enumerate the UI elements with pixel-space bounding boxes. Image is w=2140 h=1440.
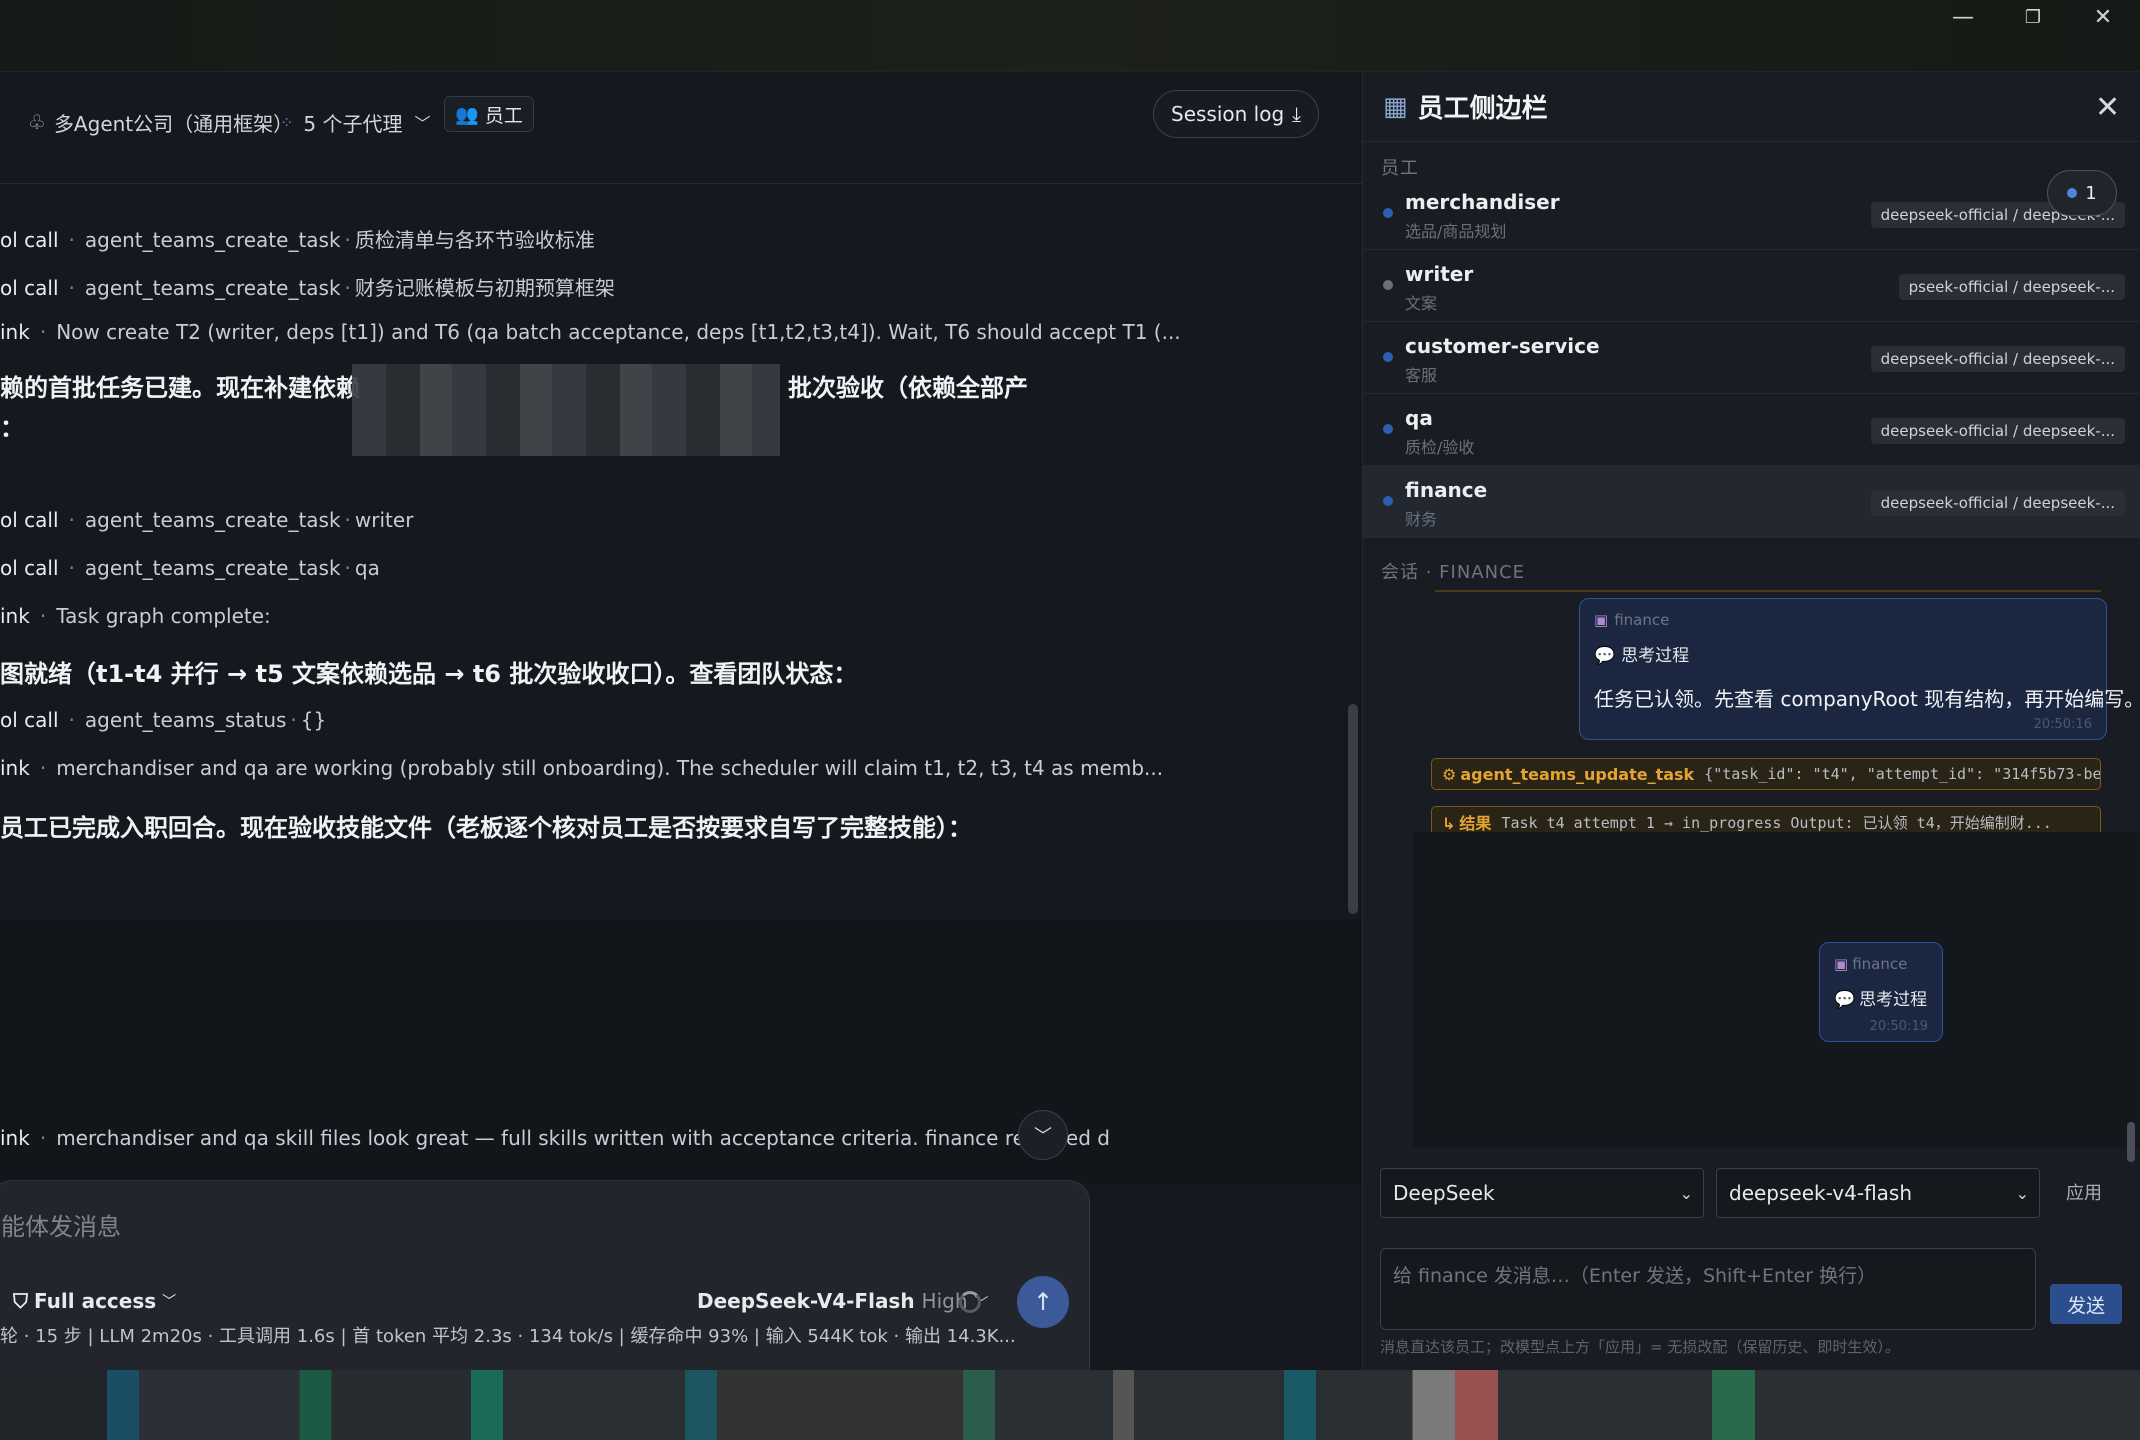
arrow-up-icon: ↑ [1032,1288,1054,1316]
minimize-button[interactable]: — [1928,0,1998,34]
subagents-dropdown[interactable]: ⁘ 5 个子代理 ﹀ [280,102,431,142]
employee-row-qa[interactable]: qa 质检/验收 deepseek-official / deepseek-..… [1363,394,2140,466]
message-time: 20:50:16 [2033,717,2092,732]
chat-toolbar: ♧ 多Agent公司（通用框架） ⁘ 5 个子代理 ﹀ 👥 员工 Session… [0,72,1362,184]
minimize-icon: — [1952,4,1974,30]
employees-button[interactable]: 👥 员工 [444,96,534,132]
return-arrow-icon: ↳ [1442,814,1456,833]
speech-bubble-icon: 💬 [1834,990,1856,1010]
employee-model-tag: deepseek-official / deepseek-... [1870,418,2125,444]
status-dot [1383,424,1393,434]
session-log-button[interactable]: Session log ⤓ [1153,90,1319,138]
thinking-toggle[interactable]: 💬 思考过程 [1594,641,1689,666]
transcript-think-line: ink · Now create T2 (writer, deps [t1]) an… [0,320,1181,344]
employee-row-finance[interactable]: finance 财务 deepseek-official / deepseek-… [1363,466,2140,538]
access-dropdown[interactable]: ⛉ Full access ﹀ [13,1289,176,1313]
transcript-heading: 员工已完成入职回合。现在验收技能文件（老板逐个核对员工是否按要求自写了完整技能）… [0,814,972,842]
transcript-tool-line: ol call · agent_teams_create_task · 质检清单与各环节… [0,228,595,252]
session-label: 会话 · FINANCE [1381,562,1526,583]
loading-spinner-icon [959,1291,981,1313]
building-icon: ▦ [1383,91,1408,122]
transcript-tool-line: ol call · agent_teams_status ·{} [0,708,327,732]
chevron-down-icon: ﹀ [162,1294,177,1310]
employee-model-tag: deepseek-official / deepseek-... [1870,490,2125,516]
usage-stats: 轮 · 15 步 | LLM 2m20s · 工具调用 1.6s | 首 tok… [0,1326,1016,1347]
employees-section-label: 员工 [1381,158,1419,179]
sidebar-scrollbar[interactable] [2127,1122,2135,1162]
shield-icon: ⛉ [13,1289,28,1313]
close-window-button[interactable]: ✕ [2068,0,2138,34]
gear-icon: ⚙ [1442,764,1457,784]
chevron-down-icon: ﹀ [414,114,431,133]
close-icon: ✕ [2095,90,2121,125]
status-dot [1383,280,1393,290]
download-icon: ⤓ [1292,102,1301,126]
maximize-icon: ❐ [2024,6,2042,28]
status-dot [1383,496,1393,506]
sidebar-header: ▦ 员工侧边栏 ✕ [1363,72,2140,142]
send-message-button[interactable]: 发送 [2050,1284,2122,1324]
nodes-icon: ⁘ [280,112,294,132]
message-bubble: ▣ finance 💬 思考过程 20:50:19 [1819,942,1943,1042]
robot-icon: ♧ [28,110,46,134]
transcript-tool-line: ol call · agent_teams_create_task · 财务记账模板与初… [0,276,615,300]
employee-message-input[interactable]: 给 finance 发消息…（Enter 发送，Shift+Enter 换行） [1380,1248,2036,1330]
close-sidebar-button[interactable]: ✕ [2095,90,2120,125]
speech-bubble-icon: 💬 [1594,646,1616,666]
people-icon: 👥 [455,103,479,126]
employee-row-merchandiser[interactable]: merchandiser 选品/商品规划 deepseek-official /… [1363,178,2140,250]
tool-call-row[interactable]: ⚙ agent_teams_update_task {"task_id": "t4… [1431,758,2101,790]
transcript-tool-line: ol call · agent_teams_create_task · writer [0,508,414,532]
transcript-think-line: ink · Task graph complete: [0,604,271,628]
maximize-button[interactable]: ❐ [1998,0,2068,34]
model-select[interactable]: deepseek-v4-flash ⌄ [1716,1168,2040,1218]
overlay-band: ▣ finance 💬 思考过程 20:50:19 [1413,832,2140,1148]
transcript-think-line: ink · merchandiser and qa are working (pro… [0,756,1164,780]
divider [1435,588,2101,592]
employee-model-tag: deepseek-official / deepseek-... [1870,346,2125,372]
chevron-down-icon: ⌄ [2015,1183,2029,1203]
apply-button[interactable]: 应用 [2054,1174,2114,1210]
scroll-to-bottom-button[interactable]: ﹀ [1018,1110,1068,1160]
chevron-down-icon: ⌄ [1679,1183,1693,1203]
title-bar: — ❐ ✕ [0,0,2140,72]
message-sender: ▣ finance [1834,955,1908,973]
input-hint: 消息直达该员工；改模型点上方「应用」= 无损改配（保留历史、即时生效）。 [1380,1338,1900,1356]
thinking-toggle[interactable]: 💬 思考过程 [1834,985,1927,1010]
transcript-heading-cont: ： [0,414,24,442]
status-dot [1383,208,1393,218]
employee-model-tag: pseek-official / deepseek-... [1898,274,2125,300]
robot-icon: ▣ [1834,955,1849,973]
provider-select[interactable]: DeepSeek ⌄ [1380,1168,1704,1218]
message-time: 20:50:19 [1869,1019,1928,1034]
transcript-heading: 图就绪（t1-t4 并行 → t5 文案依赖选品 → t6 批次验收收口）。查看… [0,660,858,688]
model-dropdown[interactable]: DeepSeek-V4-Flash High ﹀ [697,1289,988,1313]
transcript-tool-line: ol call · agent_teams_create_task · qa [0,556,380,580]
message-sender: ▣ finance [1594,611,1670,629]
message-text: 任务已认领。先查看 companyRoot 现有结构，再开始编写。 [1594,687,2140,711]
send-button[interactable]: ↑ [1017,1276,1069,1328]
sidebar-title: ▦ 员工侧边栏 [1383,91,1548,125]
close-icon: ✕ [2093,4,2113,30]
robot-icon: ▣ [1594,611,1609,629]
transcript-think-line: ink · merchandiser and qa skill files look… [0,1126,1110,1150]
active-count-badge[interactable]: 1 [2047,170,2117,216]
status-dot [1383,352,1393,362]
chevron-down-icon: ﹀ [1034,1126,1052,1147]
composer-input[interactable]: 能体发消息 [1,1207,121,1242]
company-label[interactable]: ♧ 多Agent公司（通用框架） [28,102,293,142]
employee-row-writer[interactable]: writer 文案 pseek-official / deepseek-... [1363,250,2140,322]
employee-row-customer-service[interactable]: customer-service 客服 deepseek-official / … [1363,322,2140,394]
chat-pane: ♧ 多Agent公司（通用框架） ⁘ 5 个子代理 ﹀ 👥 员工 Session… [0,72,1362,1370]
message-bubble: ▣ finance 💬 思考过程 任务已认领。先查看 companyRoot 现有结… [1579,598,2140,740]
chat-scrollbar[interactable] [1348,704,1358,914]
status-dot [2067,188,2078,198]
redacted-block [352,364,780,456]
taskbar [0,1370,2140,1440]
